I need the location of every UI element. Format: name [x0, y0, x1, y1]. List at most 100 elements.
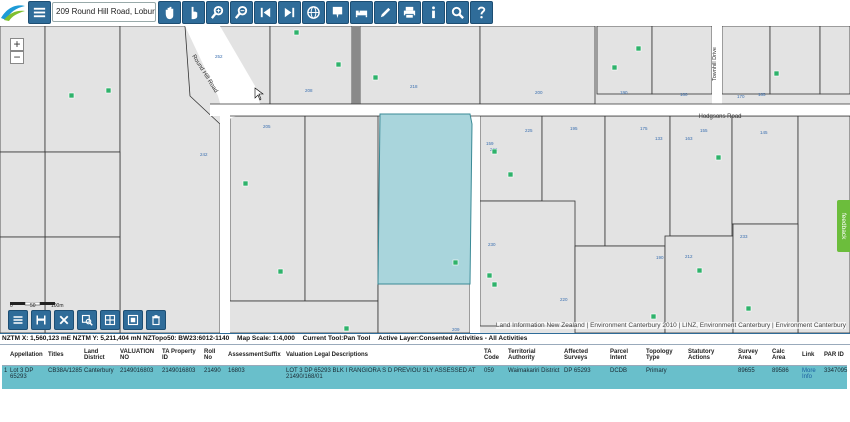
table-cell: 89586: [770, 365, 800, 389]
hand-icon: [165, 6, 174, 20]
parcel-number: 185: [758, 92, 766, 97]
table-cell: 059: [482, 365, 506, 389]
table-cell: 2149016803: [118, 365, 160, 389]
search-icon: [451, 6, 464, 19]
parcel-number: 218: [410, 84, 418, 89]
parcel-number: 159: [486, 141, 494, 146]
zoom-to-address-button[interactable]: [158, 1, 181, 24]
active-layer-readout: Active Layer:Consented Activities - All …: [378, 335, 528, 342]
consent-marker: [715, 154, 722, 161]
locate-button[interactable]: [350, 1, 373, 24]
column-header[interactable]: Survey Area: [736, 345, 770, 366]
column-header[interactable]: Titles: [46, 345, 82, 366]
table-cell: Waimakariri District: [506, 365, 562, 389]
consent-marker: [486, 272, 493, 279]
map-canvas[interactable]: Round Hill Road Hodgsons Road Townhill D…: [0, 26, 850, 333]
trash-icon: [152, 315, 160, 326]
column-header[interactable]: Roll No: [202, 345, 226, 366]
column-header[interactable]: VALUATION NO: [118, 345, 160, 366]
parcel-number: 220: [560, 297, 568, 302]
status-bar: NZTM X: 1,560,123 mE NZTM Y: 5,211,404 m…: [0, 333, 850, 344]
column-header[interactable]: Suffix: [262, 345, 284, 366]
identify-button[interactable]: [326, 1, 349, 24]
consent-marker: [335, 61, 342, 68]
column-header[interactable]: TA Property ID: [160, 345, 202, 366]
print-button[interactable]: [398, 1, 421, 24]
column-header[interactable]: Assessment: [226, 345, 263, 366]
consent-marker: [745, 305, 752, 312]
draw-button[interactable]: [374, 1, 397, 24]
menu-button[interactable]: [28, 1, 51, 24]
map-view[interactable]: Round Hill Road Hodgsons Road Townhill D…: [0, 26, 850, 333]
parcel-number: 175: [640, 126, 648, 131]
column-header[interactable]: Parcel Intent: [608, 345, 644, 366]
frame-button[interactable]: [123, 310, 143, 330]
save-icon: [36, 315, 46, 325]
coordinate-readout: NZTM X: 1,560,123 mE NZTM Y: 5,211,404 m…: [2, 335, 230, 342]
results-panel: Appellation Titles Land District VALUATION …: [0, 344, 850, 422]
skip-forward-icon: [284, 7, 295, 18]
column-header[interactable]: Appellation: [8, 345, 46, 366]
column-header[interactable]: TA Code: [482, 345, 506, 366]
zoom-to-selection-button[interactable]: [77, 310, 97, 330]
column-header[interactable]: Affected Surveys: [562, 345, 608, 366]
column-header[interactable]: Statutory Actions: [686, 345, 736, 366]
more-info-link[interactable]: More Info: [800, 365, 822, 389]
feedback-tab[interactable]: feedback: [837, 200, 850, 252]
consent-marker: [242, 180, 249, 187]
info-button[interactable]: [422, 1, 445, 24]
parcel-number: 205: [263, 124, 271, 129]
column-header[interactable]: Valuation Legal Descriptions: [284, 345, 482, 366]
table-row[interactable]: 1 Lot 3 DP 65293 CB38A/1285 Canterbury 21490…: [2, 365, 847, 389]
parcel-number: 242: [200, 152, 208, 157]
column-header[interactable]: Topology Type: [644, 345, 686, 366]
skip-back-icon: [260, 7, 271, 18]
parcel-number: 133: [655, 136, 663, 141]
parcel-number: 163: [685, 136, 693, 141]
zoom-in-icon: [210, 5, 224, 19]
consent-marker: [68, 92, 75, 99]
column-header[interactable]: Calc Area: [770, 345, 800, 366]
globe-icon: [307, 6, 320, 19]
menu-icon: [33, 7, 46, 18]
parcel-number: 200: [535, 90, 543, 95]
help-icon: [477, 6, 486, 19]
save-results-button[interactable]: [31, 310, 51, 330]
table-cell: 2149016803: [160, 365, 202, 389]
column-header[interactable]: PAR ID: [822, 345, 847, 366]
road-label-townhill: Townhill Drive: [712, 47, 718, 81]
column-header[interactable]: Link: [800, 345, 822, 366]
table-cell: Lot 3 DP 65293: [8, 365, 46, 389]
parcel-number: 145: [760, 130, 768, 135]
consent-marker: [696, 267, 703, 274]
bed-icon: [355, 10, 368, 18]
next-extent-button[interactable]: [278, 1, 301, 24]
consent-marker: [650, 313, 657, 320]
zoom-out-button[interactable]: [230, 1, 253, 24]
results-menu-button[interactable]: [8, 310, 28, 330]
column-header[interactable]: Territorial Authority: [506, 345, 562, 366]
scale-label: 0: [10, 303, 13, 309]
frame-icon: [127, 314, 139, 326]
help-button[interactable]: [470, 1, 493, 24]
address-search-input[interactable]: 209 Round Hill Road, Loburn: [52, 2, 156, 22]
map-zoom-out-button[interactable]: −: [10, 51, 24, 64]
grid-icon: [104, 314, 116, 326]
column-header[interactable]: Land District: [82, 345, 118, 366]
search-button[interactable]: [446, 1, 469, 24]
road-label-hodgsons: Hodgsons Road: [698, 114, 741, 120]
parcel-number: 155: [700, 128, 708, 133]
full-extent-button[interactable]: [302, 1, 325, 24]
table-cell: DP 65293: [562, 365, 608, 389]
delete-button[interactable]: [146, 310, 166, 330]
clear-results-button[interactable]: [54, 310, 74, 330]
zoom-in-button[interactable]: [206, 1, 229, 24]
table-cell: [686, 365, 736, 389]
parcel-number: 190: [656, 255, 664, 260]
app-window: 209 Round Hill Road, Loburn Round Hill R…: [0, 0, 850, 422]
grid-view-button[interactable]: [100, 310, 120, 330]
parcel-number: 195: [570, 126, 578, 131]
previous-extent-button[interactable]: [254, 1, 277, 24]
table-cell: 3347095: [822, 365, 847, 389]
pan-button[interactable]: [182, 1, 205, 24]
